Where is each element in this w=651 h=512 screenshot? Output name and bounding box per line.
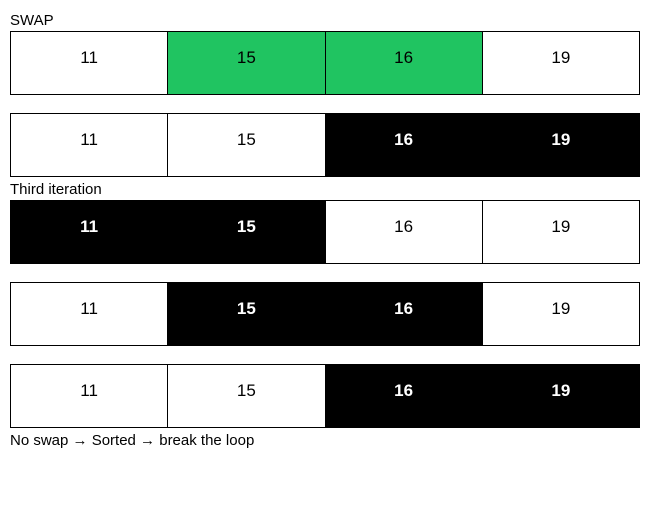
array-cell: 15 [168,201,325,263]
array-cell: 11 [11,32,168,94]
array-cell: 19 [483,32,639,94]
array-cell: 16 [326,201,483,263]
array-cell: 16 [326,283,483,345]
array-cell: 11 [11,365,168,427]
array-row: 11 15 16 19 [10,200,640,264]
array-cell: 15 [168,283,325,345]
array-cell: 11 [11,283,168,345]
no-swap-label: No swap → Sorted → break the loop [10,432,641,449]
array-row: 11 15 16 19 [10,113,640,177]
array-cell: 19 [483,201,639,263]
third-iteration-label: Third iteration [10,181,641,198]
array-cell: 11 [11,201,168,263]
array-cell: 15 [168,365,325,427]
array-row: 11 15 16 19 [10,364,640,428]
array-cell: 19 [483,365,639,427]
array-row: 11 15 16 19 [10,31,640,95]
array-cell: 15 [168,114,325,176]
array-row: 11 15 16 19 [10,282,640,346]
array-cell: 19 [483,283,639,345]
array-cell: 15 [168,32,325,94]
array-cell: 16 [326,365,483,427]
array-cell: 11 [11,114,168,176]
array-cell: 19 [483,114,639,176]
swap-label: SWAP [10,12,641,29]
array-cell: 16 [326,32,483,94]
array-cell: 16 [326,114,483,176]
